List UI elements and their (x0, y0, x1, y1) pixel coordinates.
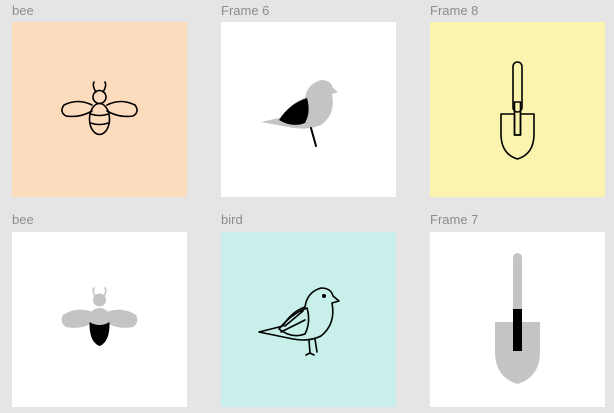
bee-filled-icon (61, 287, 138, 346)
frame-bee-outline[interactable] (12, 22, 187, 197)
frame-bird-outline[interactable] (221, 232, 396, 407)
bird-filled-icon (261, 80, 338, 147)
frame-label-frame-6[interactable]: Frame 6 (221, 3, 269, 19)
frame-label-frame-8[interactable]: Frame 8 (430, 3, 478, 19)
frame-label-bee-2[interactable]: bee (12, 212, 34, 228)
bird-outline-icon (258, 287, 340, 356)
frame-label-bird[interactable]: bird (221, 212, 243, 228)
trowel-outline-icon (500, 61, 535, 160)
trowel-filled-icon (495, 253, 540, 384)
frame-label-frame-7[interactable]: Frame 7 (430, 212, 478, 228)
frame-trowel-filled[interactable] (430, 232, 605, 407)
frame-label-bee[interactable]: bee (12, 3, 34, 19)
frame-bird-filled[interactable] (221, 22, 396, 197)
frame-trowel-outline[interactable] (430, 22, 605, 197)
bee-outline-icon (61, 81, 138, 136)
frame-bee-filled[interactable] (12, 232, 187, 407)
